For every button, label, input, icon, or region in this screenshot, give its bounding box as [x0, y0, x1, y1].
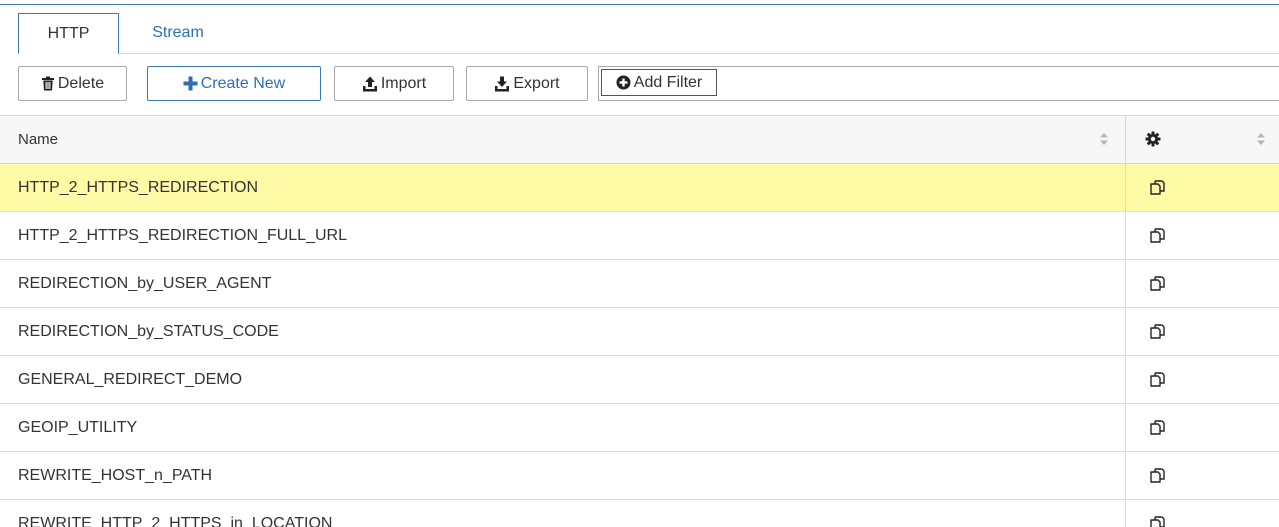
clone-icon[interactable]: [1148, 514, 1168, 527]
create-new-button[interactable]: Create New: [147, 66, 321, 101]
export-button-label: Export: [513, 74, 560, 92]
import-button[interactable]: Import: [334, 66, 454, 101]
add-filter-button[interactable]: Add Filter: [601, 69, 717, 96]
sort-icon: [1100, 133, 1108, 145]
table-row[interactable]: HTTP_2_HTTPS_REDIRECTION: [0, 164, 1279, 212]
rule-name: GEOIP_UTILITY: [18, 419, 138, 436]
rule-name: REWRITE_HOST_n_PATH: [18, 467, 213, 484]
column-header-name[interactable]: Name: [0, 116, 1125, 163]
tab-http-label: HTTP: [47, 25, 90, 42]
table-row[interactable]: REWRITE_HTTP_2_HTTPS_in_LOCATION: [0, 500, 1279, 527]
add-filter-button-label: Add Filter: [633, 73, 703, 91]
row-actions: [1125, 452, 1279, 499]
table-row[interactable]: REDIRECTION_by_STATUS_CODE: [0, 308, 1279, 356]
create-new-button-label: Create New: [200, 74, 286, 92]
export-button[interactable]: Export: [466, 66, 588, 101]
clone-icon[interactable]: [1148, 466, 1168, 486]
column-header-actions[interactable]: [1125, 116, 1279, 163]
clone-icon[interactable]: [1148, 322, 1168, 342]
table-row[interactable]: GENERAL_REDIRECT_DEMO: [0, 356, 1279, 404]
table-header: Name: [0, 116, 1279, 164]
tab-http[interactable]: HTTP: [18, 13, 119, 54]
plus-circle-icon: [616, 75, 631, 90]
sort-icon: [1257, 133, 1265, 145]
rule-name: REWRITE_HTTP_2_HTTPS_in_LOCATION: [18, 515, 333, 527]
table-body: HTTP_2_HTTPS_REDIRECTION HTTP_2_HTTPS_RE…: [0, 164, 1279, 527]
clone-icon[interactable]: [1148, 418, 1168, 438]
table-row[interactable]: GEOIP_UTILITY: [0, 404, 1279, 452]
rule-name: REDIRECTION_by_STATUS_CODE: [18, 323, 279, 340]
table-row[interactable]: HTTP_2_HTTPS_REDIRECTION_FULL_URL: [0, 212, 1279, 260]
rule-name: REDIRECTION_by_USER_AGENT: [18, 275, 272, 292]
toolbar: Delete Create New Import Export Add Filt…: [18, 66, 1279, 101]
delete-button[interactable]: Delete: [18, 66, 127, 101]
rule-name: GENERAL_REDIRECT_DEMO: [18, 371, 243, 388]
row-actions: [1125, 308, 1279, 355]
table-row[interactable]: REDIRECTION_by_USER_AGENT: [0, 260, 1279, 308]
top-accent-line: [0, 4, 1279, 5]
rule-name: HTTP_2_HTTPS_REDIRECTION_FULL_URL: [18, 227, 347, 244]
trash-icon: [41, 76, 55, 91]
delete-button-label: Delete: [57, 74, 105, 92]
clone-icon[interactable]: [1148, 226, 1168, 246]
rules-table: Name HTTP_2_HTTPS_REDIRECTION HTTP_2_HTT…: [0, 115, 1279, 527]
page: HTTP Stream Delete Create New Import Exp…: [0, 0, 1279, 527]
clone-icon[interactable]: [1148, 178, 1168, 198]
clone-icon[interactable]: [1148, 370, 1168, 390]
gear-icon: [1145, 131, 1161, 147]
download-icon: [494, 76, 510, 92]
clone-icon[interactable]: [1148, 274, 1168, 294]
row-actions: [1125, 500, 1279, 527]
tab-bar: HTTP Stream: [18, 13, 1279, 54]
table-row[interactable]: REWRITE_HOST_n_PATH: [0, 452, 1279, 500]
row-actions: [1125, 260, 1279, 307]
import-button-label: Import: [380, 74, 427, 92]
plus-icon: [183, 76, 198, 91]
column-header-name-label: Name: [18, 131, 59, 148]
rule-name: HTTP_2_HTTPS_REDIRECTION: [18, 179, 259, 196]
upload-icon: [362, 76, 378, 92]
filter-bar[interactable]: Add Filter: [598, 66, 1279, 101]
row-actions: [1125, 164, 1279, 211]
tab-stream-label: Stream: [152, 24, 204, 41]
tab-stream[interactable]: Stream: [119, 13, 237, 54]
row-actions: [1125, 356, 1279, 403]
row-actions: [1125, 404, 1279, 451]
row-actions: [1125, 212, 1279, 259]
